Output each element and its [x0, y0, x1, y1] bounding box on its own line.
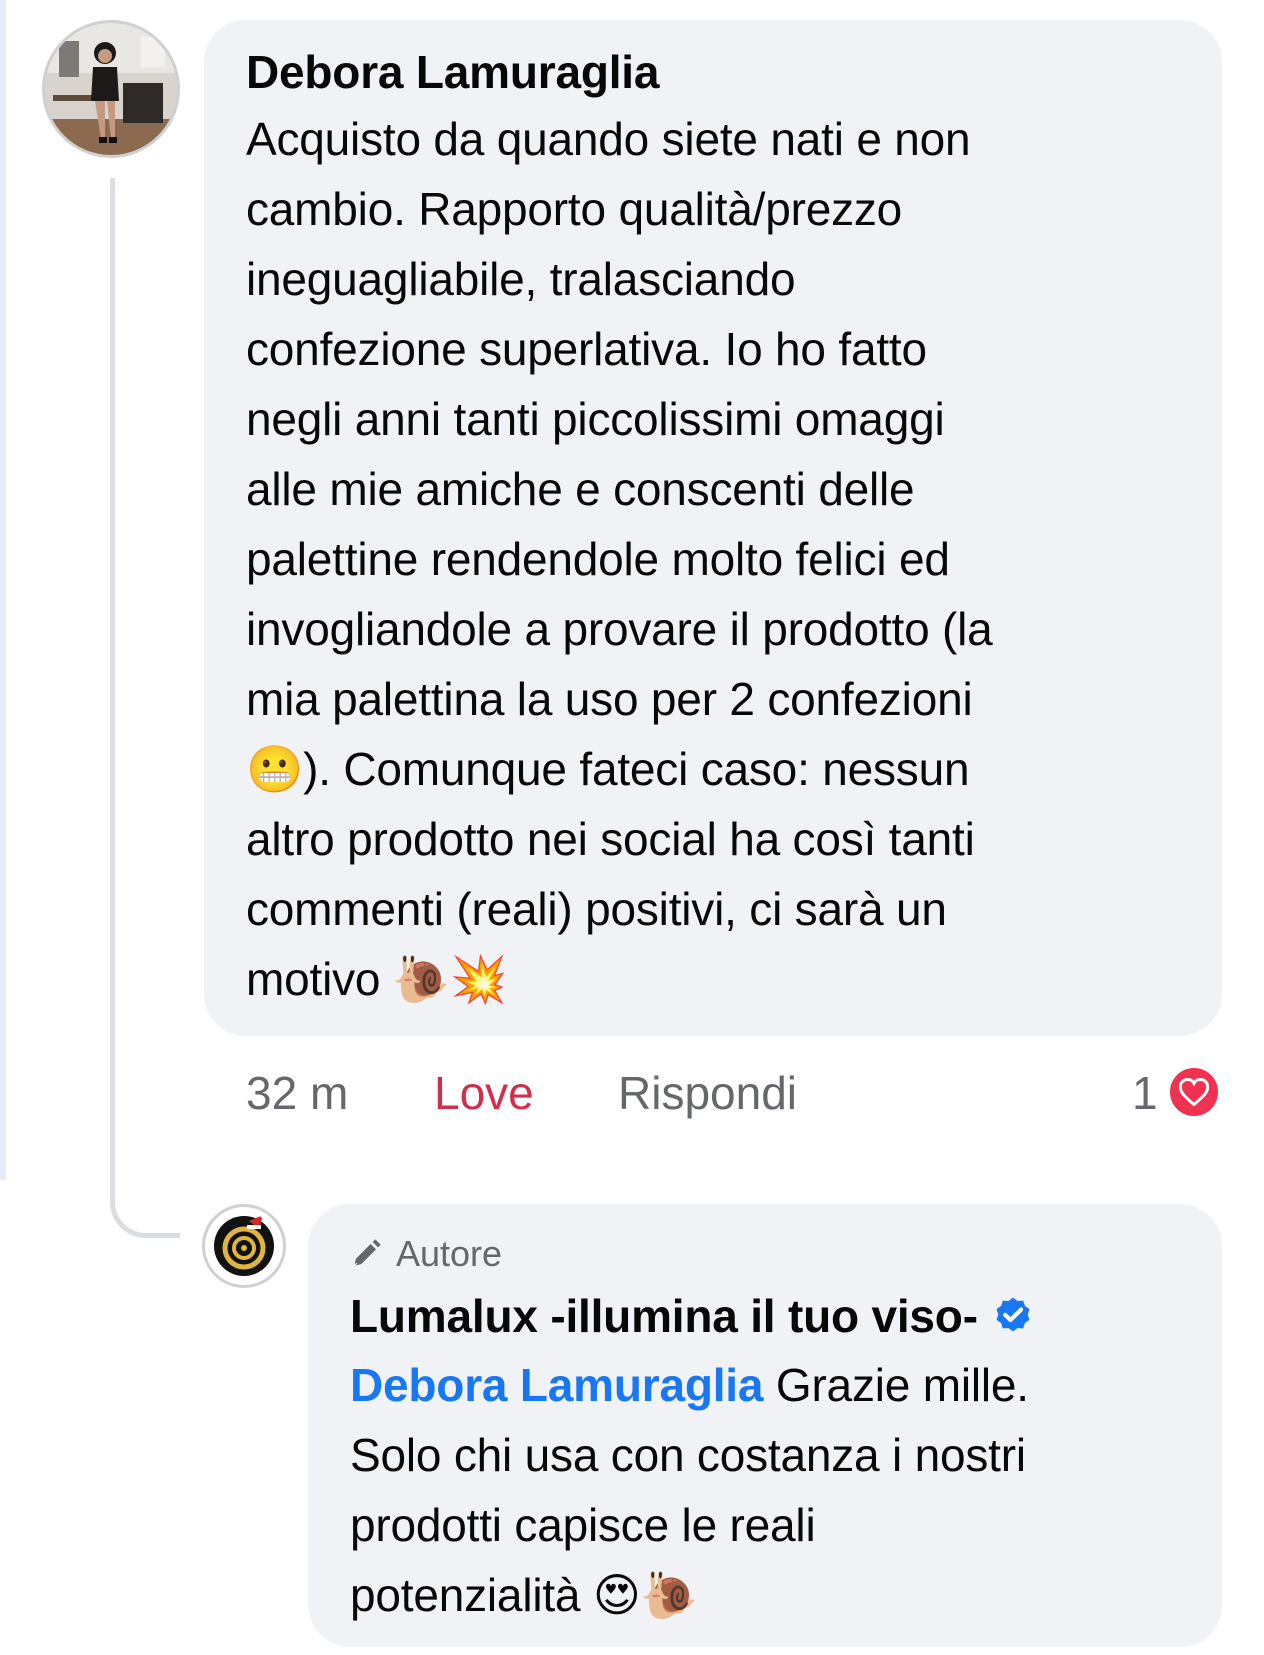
heart-glyph — [1179, 1078, 1209, 1106]
comment-line-text: motivo — [246, 953, 393, 1005]
reply-line: Debora Lamuraglia Grazie mille. — [350, 1350, 1192, 1420]
comment-line: alle mie amiche e conscenti delle — [246, 463, 915, 515]
reply-button[interactable]: Rispondi — [618, 1058, 797, 1128]
avatar-lumalux[interactable] — [202, 1204, 286, 1288]
author-badge: Autore — [350, 1232, 1192, 1276]
reply-line-text: Grazie mille. — [763, 1359, 1029, 1411]
mention-link[interactable]: Debora Lamuraglia — [350, 1359, 763, 1411]
comment-line: invogliandole a provare il prodotto (la — [246, 603, 993, 655]
heart-icon[interactable] — [1166, 1064, 1222, 1120]
comment-line: altro prodotto nei social ha così tanti — [246, 813, 975, 865]
grimacing-face-emoji: 😬 — [246, 742, 304, 796]
reply-text: Debora Lamuraglia Grazie mille. Solo chi… — [350, 1350, 1192, 1630]
reaction-count[interactable]: 1 — [1132, 1058, 1158, 1128]
reply-line-text: potenzialità — [350, 1569, 593, 1621]
comment-bubble: Debora Lamuraglia Acquisto da quando sie… — [204, 20, 1222, 1036]
avatar-debora[interactable] — [42, 20, 180, 158]
lumalux-logo-icon — [214, 1212, 274, 1276]
reply-line: Solo chi usa con costanza i nostri — [350, 1429, 1026, 1481]
reply-bubble: Autore Lumalux -illumina il tuo viso- De… — [308, 1204, 1222, 1647]
verified-badge-icon — [996, 1297, 1030, 1332]
comment-timestamp[interactable]: 32 m — [246, 1058, 348, 1128]
love-reaction-button[interactable]: Love — [434, 1058, 534, 1128]
comment-line: motivo 🐌💥 — [246, 944, 1182, 1014]
comment-line: cambio. Rapporto qualità/prezzo — [246, 183, 903, 235]
comment-line: negli anni tanti piccolissimi omaggi — [246, 393, 945, 445]
comment-author-name[interactable]: Debora Lamuraglia — [246, 42, 1182, 102]
reply-line: potenzialità 😍🐌 — [350, 1560, 1192, 1630]
comment-line: commenti (reali) positivi, ci sarà un — [246, 883, 947, 935]
comment-line: confezione superlativa. Io ho fatto — [246, 323, 927, 375]
comment-line: 😬). Comunque fateci caso: nessun — [246, 734, 1182, 804]
profile-photo — [45, 23, 177, 155]
left-rail — [0, 0, 6, 1180]
comment-line: ineguagliabile, tralasciando — [246, 253, 796, 305]
pencil-icon — [353, 1239, 381, 1267]
author-badge-label: Autore — [396, 1233, 503, 1274]
thread-connector-line — [110, 178, 180, 1238]
heart-eyes-snail-emoji: 😍🐌 — [592, 1568, 698, 1622]
comment-text: Acquisto da quando siete nati e non camb… — [246, 104, 1182, 1014]
comment-line-text: ). Comunque fateci caso: nessun — [303, 743, 970, 795]
reply-line: prodotti capisce le reali — [350, 1499, 816, 1551]
comment-line: Acquisto da quando siete nati e non — [246, 113, 971, 165]
reply-author-name[interactable]: Lumalux -illumina il tuo viso- — [350, 1286, 978, 1346]
comment-line: mia palettina la uso per 2 confezioni — [246, 673, 973, 725]
snail-collision-emoji: 🐌💥 — [392, 952, 508, 1006]
comment-line: palettine rendendole molto felici ed — [246, 533, 950, 585]
reply-author-row: Lumalux -illumina il tuo viso- — [350, 1286, 1192, 1346]
